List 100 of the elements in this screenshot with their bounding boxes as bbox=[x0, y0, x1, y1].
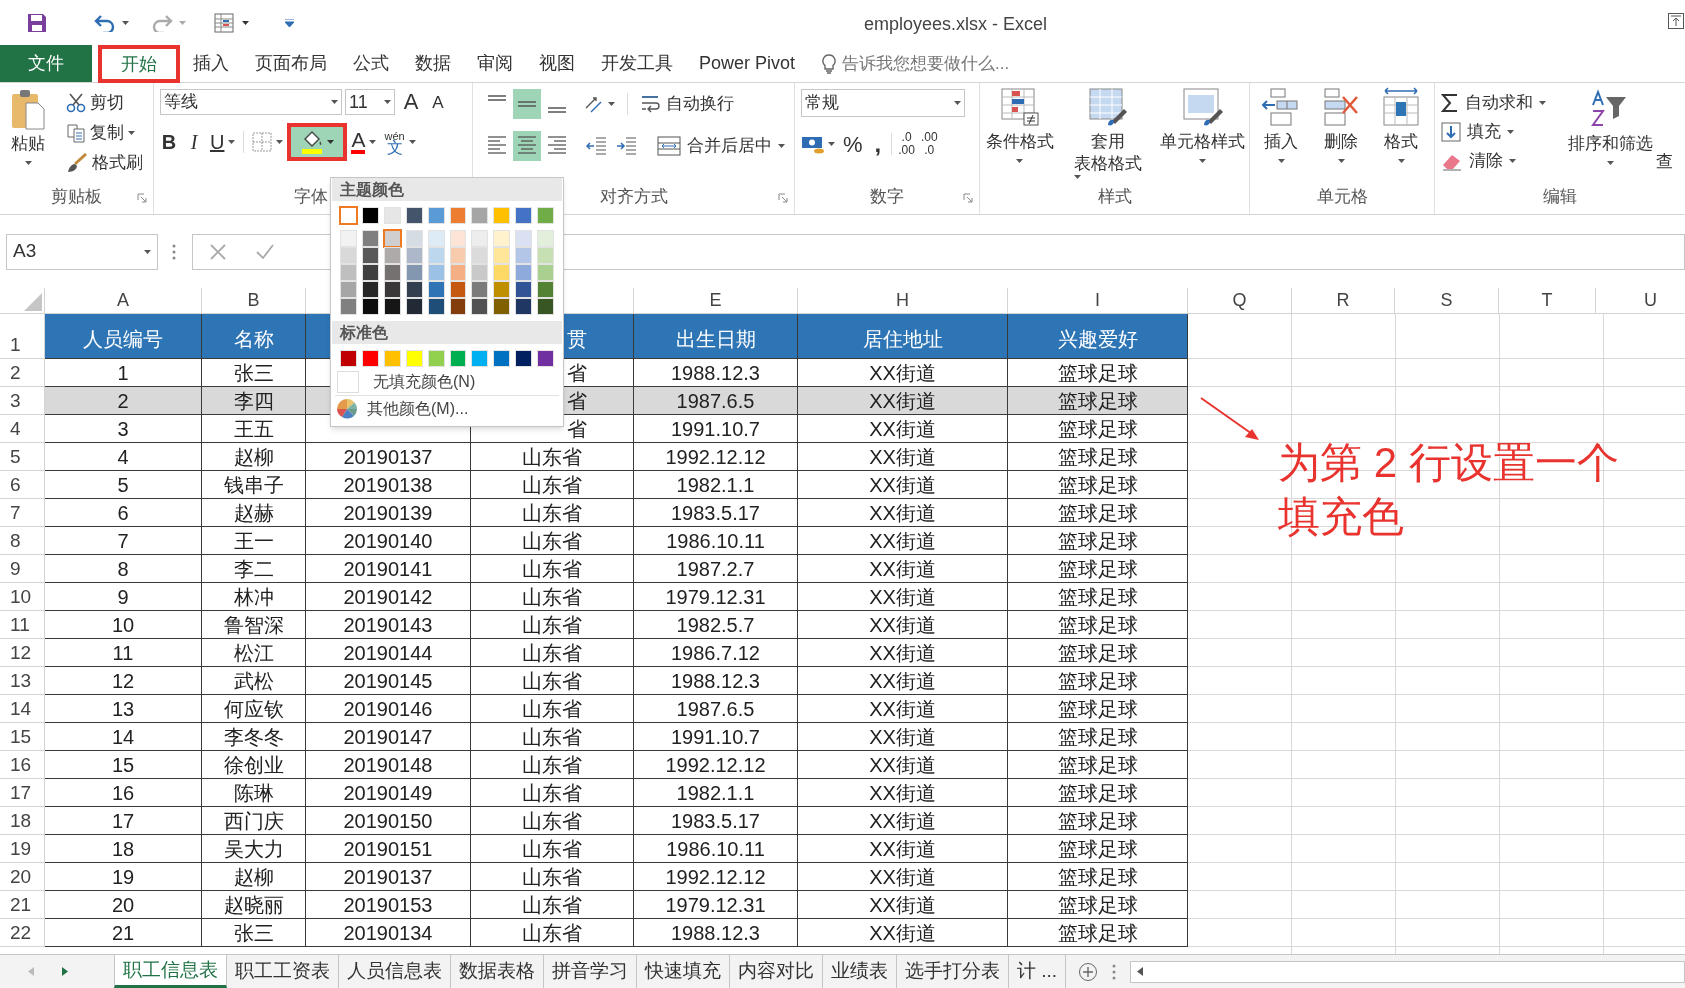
ribbon-tab[interactable]: 开始 bbox=[98, 45, 180, 83]
tell-me-field[interactable]: 告诉我您想要做什么... bbox=[822, 45, 1010, 82]
dialog-launcher-button[interactable] bbox=[778, 193, 788, 203]
column-header[interactable]: T bbox=[1499, 288, 1596, 314]
font-name-field[interactable]: 等线 bbox=[160, 89, 342, 115]
horizontal-scrollbar[interactable] bbox=[1130, 960, 1685, 983]
launcher-icon bbox=[778, 193, 788, 203]
dialog-launcher-button[interactable] bbox=[137, 193, 147, 203]
cell-styles-button[interactable]: 单元格样式 bbox=[1158, 87, 1247, 183]
wrap-text-button[interactable]: 自动换行 bbox=[640, 90, 734, 118]
sheet-tab[interactable]: 内容对比 bbox=[730, 955, 823, 988]
add-sheet-button[interactable] bbox=[1078, 961, 1099, 982]
row-header[interactable]: 4 bbox=[0, 415, 45, 443]
row-header[interactable]: 11 bbox=[0, 611, 45, 639]
row-header[interactable]: 7 bbox=[0, 499, 45, 527]
percent-button[interactable]: % bbox=[841, 127, 865, 161]
scissors-icon bbox=[66, 93, 86, 113]
sort-filter-button[interactable]: 排序和筛选 bbox=[1564, 89, 1656, 185]
select-all-icon[interactable] bbox=[24, 293, 42, 311]
increase-decimal-button[interactable]: .0 .00 bbox=[898, 131, 915, 157]
sheet-tab[interactable]: 人员信息表 bbox=[339, 955, 451, 988]
row-header[interactable]: 10 bbox=[0, 583, 45, 611]
sheet-tab[interactable]: 拼音学习 bbox=[544, 955, 637, 988]
dialog-launcher-button[interactable] bbox=[963, 193, 973, 203]
row-header[interactable]: 22 bbox=[0, 919, 45, 947]
clear-button[interactable]: 清除 bbox=[1441, 147, 1546, 175]
shrink-font-button[interactable]: A bbox=[427, 93, 449, 111]
row-header[interactable]: 8 bbox=[0, 527, 45, 555]
sheet-tab[interactable]: 业绩表 bbox=[823, 955, 897, 988]
autosum-button[interactable]: 自动求和 bbox=[1441, 89, 1546, 117]
ribbon-tab[interactable]: 文件 bbox=[0, 45, 92, 82]
sheet-tab[interactable]: 选手打分表 bbox=[897, 955, 1009, 988]
scroll-right-icon[interactable] bbox=[62, 967, 68, 976]
row-header[interactable]: 12 bbox=[0, 639, 45, 667]
row-header[interactable]: 9 bbox=[0, 555, 45, 583]
merge-center-button[interactable]: 合并后居中 bbox=[657, 132, 785, 160]
ribbon-tab[interactable]: 数据 bbox=[405, 45, 461, 82]
conditional-format-button[interactable]: 条件格式 bbox=[982, 87, 1058, 183]
ribbon-tab[interactable]: 审阅 bbox=[467, 45, 523, 82]
decrease-decimal-button[interactable]: .00 .0 bbox=[920, 131, 938, 157]
ribbon-tab[interactable]: 公式 bbox=[343, 45, 399, 82]
italic-button[interactable]: I bbox=[186, 127, 202, 157]
sheet-tab[interactable]: 职工信息表 bbox=[114, 955, 227, 988]
format-cells-button[interactable]: 格式 bbox=[1374, 87, 1428, 183]
font-color-button[interactable]: A bbox=[351, 130, 377, 154]
name-box[interactable]: A3 bbox=[6, 233, 158, 270]
row-header[interactable]: 20 bbox=[0, 863, 45, 891]
row-header[interactable]: 14 bbox=[0, 695, 45, 723]
column-header[interactable]: R bbox=[1292, 288, 1395, 314]
scroll-left-icon[interactable] bbox=[28, 967, 34, 976]
fill-button[interactable]: 填充 bbox=[1441, 118, 1546, 146]
color-swatch[interactable] bbox=[383, 230, 401, 247]
row-header[interactable]: 15 bbox=[0, 723, 45, 751]
format-painter-button[interactable]: 格式刷 bbox=[66, 149, 143, 177]
table-format-button[interactable]: 套用 表格格式 bbox=[1063, 87, 1153, 183]
font-size-field[interactable]: 11 bbox=[345, 89, 395, 115]
number-format-field[interactable]: 常规 bbox=[801, 89, 965, 117]
ribbon-display-button[interactable] bbox=[1667, 12, 1685, 30]
bold-button[interactable]: B bbox=[160, 127, 178, 157]
ribbon-tab[interactable]: 视图 bbox=[529, 45, 585, 82]
delete-cells-button[interactable]: 删除 bbox=[1314, 87, 1368, 183]
ribbon-tab[interactable]: Power Pivot bbox=[689, 45, 806, 82]
sheet-tab[interactable]: 快速填充 bbox=[637, 955, 730, 988]
orientation-button[interactable] bbox=[583, 94, 615, 114]
color-swatch[interactable] bbox=[340, 207, 357, 224]
sheet-tab[interactable]: 计 ... bbox=[1009, 955, 1067, 988]
column-header[interactable]: S bbox=[1395, 288, 1499, 314]
copy-button[interactable]: 复制 bbox=[66, 119, 143, 147]
align-button[interactable] bbox=[513, 89, 541, 119]
sheet-tab[interactable]: 职工工资表 bbox=[227, 955, 339, 988]
row-header[interactable]: 2 bbox=[0, 359, 45, 387]
row-header[interactable]: 16 bbox=[0, 751, 45, 779]
insert-cells-button[interactable]: 插入 bbox=[1254, 87, 1308, 183]
ribbon-tab[interactable]: 开发工具 bbox=[591, 45, 683, 82]
table-cell: 王一 bbox=[202, 527, 306, 555]
cut-button[interactable]: 剪切 bbox=[66, 89, 143, 117]
comma-button[interactable]: , bbox=[870, 132, 886, 156]
ribbon-tab[interactable]: 页面布局 bbox=[245, 45, 337, 82]
row-header[interactable]: 13 bbox=[0, 667, 45, 695]
align-button[interactable] bbox=[513, 131, 541, 161]
sheet-tab[interactable]: 数据表格 bbox=[451, 955, 544, 988]
phonetic-button[interactable]: wén 文 bbox=[384, 130, 416, 154]
column-header[interactable]: Q bbox=[1188, 288, 1292, 314]
caret-icon bbox=[1539, 101, 1546, 105]
currency-button[interactable] bbox=[801, 134, 835, 154]
borders-button[interactable] bbox=[252, 132, 284, 152]
ribbon-tab[interactable]: 插入 bbox=[183, 45, 239, 82]
column-header[interactable]: U bbox=[1596, 288, 1685, 314]
paste-button[interactable]: 粘贴 bbox=[6, 89, 50, 183]
row-header[interactable]: 18 bbox=[0, 807, 45, 835]
row-header[interactable]: 6 bbox=[0, 471, 45, 499]
row-header[interactable]: 19 bbox=[0, 835, 45, 863]
underline-button[interactable]: U bbox=[210, 127, 236, 157]
find-button[interactable]: 查 bbox=[1656, 141, 1673, 183]
row-header[interactable]: 21 bbox=[0, 891, 45, 919]
table-cell: 1991.10.7 bbox=[634, 415, 798, 443]
row-header[interactable]: 17 bbox=[0, 779, 45, 807]
grow-font-button[interactable]: A bbox=[398, 91, 424, 113]
row-header[interactable]: 5 bbox=[0, 443, 45, 471]
group-label: 剪贴板 bbox=[51, 186, 102, 209]
